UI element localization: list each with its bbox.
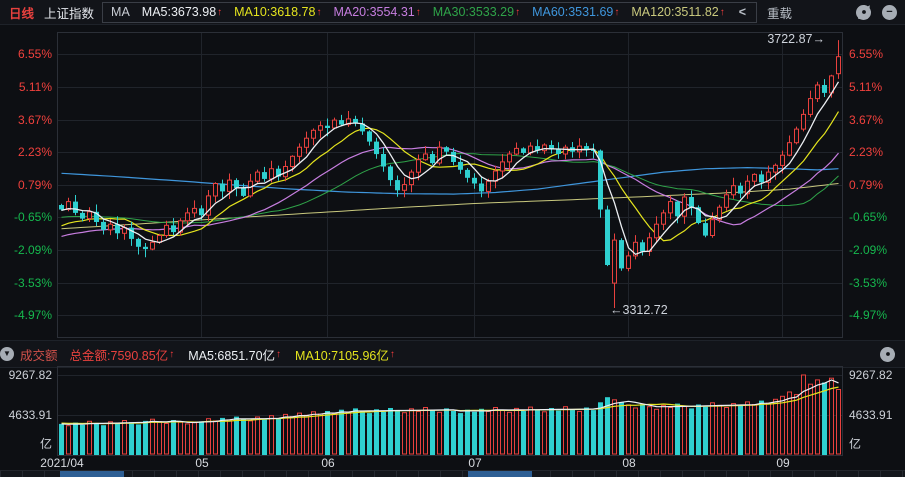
volume-settings-gear-icon[interactable]	[880, 346, 896, 362]
volume-unit-label: 亿	[39, 437, 52, 451]
zoom-out-icon[interactable]: −	[882, 4, 897, 20]
ma10-legend: MA10:3618.78 ↑	[234, 5, 322, 19]
time-axis-label: 05	[195, 456, 209, 470]
toolbar: 日线 上证指数 MA MA5:3673.98 ↑ MA10:3618.78 ↑ MA20…	[0, 0, 905, 25]
period-high-annotation: 3722.87→	[767, 32, 825, 46]
time-axis-label: 07	[468, 456, 482, 470]
price-tick-label: 6.55%	[849, 47, 884, 61]
period-selector[interactable]: 日线	[9, 3, 34, 22]
price-tick-label: -3.53%	[13, 276, 52, 290]
price-tick-label: 3.67%	[849, 113, 884, 127]
volume-panel-icons: ×	[880, 346, 896, 362]
ma20-legend: MA20:3554.31 ↑	[333, 5, 421, 19]
price-tick-label: -0.65%	[849, 210, 888, 224]
time-axis-label: 09	[776, 456, 790, 470]
time-axis: 2021/04 05 06 07 08 09	[0, 456, 905, 470]
price-tick-label: 6.55%	[17, 47, 52, 61]
reload-button[interactable]: 重载	[767, 3, 792, 22]
settings-gear-icon[interactable]	[856, 4, 872, 20]
volume-tick-label: 4633.91	[8, 408, 52, 422]
collapse-panel-icon[interactable]: ▼	[0, 347, 14, 361]
volume-tick-label: 9267.82	[8, 368, 52, 382]
price-tick-label: -4.97%	[849, 308, 888, 322]
ma5-legend: MA5:3673.98 ↑	[141, 5, 223, 19]
period-low-annotation: ←3312.72	[610, 303, 668, 317]
nav-range-highlight[interactable]	[60, 471, 124, 477]
price-tick-label: 0.79%	[849, 178, 884, 192]
ma120-legend: MA120:3511.82 ↑	[631, 5, 725, 19]
vol-ma10-legend: MA10:7105.96亿 ↑	[295, 348, 395, 363]
volume-panel-title[interactable]: 成交额	[20, 345, 58, 364]
time-axis-label: 2021/04	[40, 456, 84, 470]
price-tick-label: 5.11%	[18, 80, 52, 94]
price-tick-label: 2.23%	[849, 145, 884, 159]
volume-tick-label: 4633.91	[849, 408, 893, 422]
price-chart-plot[interactable]	[57, 24, 843, 338]
price-tick-label: -2.09%	[13, 243, 52, 257]
price-tick-label: 2.23%	[17, 145, 52, 159]
price-tick-label: -3.53%	[849, 276, 888, 290]
ma30-legend: MA30:3533.29 ↑	[432, 5, 521, 19]
ma-legend-items: MA5:3673.98 ↑ MA10:3618.78 ↑ MA20:3554.31 ↑ MA…	[142, 5, 725, 19]
timeline-scrollbar[interactable]	[0, 470, 905, 477]
time-axis-label: 08	[622, 456, 636, 470]
price-tick-label: -0.65%	[13, 210, 52, 224]
price-tick-label: -4.97%	[13, 308, 52, 322]
symbol-name[interactable]: 上证指数	[44, 3, 94, 22]
price-tick-label: 3.67%	[17, 113, 52, 127]
volume-panel-header: ▼ 成交额 总金额:7590.85亿 ↑ MA5:6851.70亿 ↑ MA10:710…	[0, 340, 905, 368]
volume-legend-items: 总金额:7590.85亿 ↑ MA5:6851.70亿 ↑ MA10:7105.96亿 ↑	[70, 345, 395, 364]
toolbar-icons: + −	[856, 4, 897, 20]
volume-chart-panel: 9267.82 9267.82 4633.91 4633.91 亿 亿	[0, 366, 905, 456]
ma-group-label: MA	[111, 5, 130, 19]
total-amount-legend: 总金额:7590.85亿 ↑	[69, 348, 175, 363]
ma-indicator-bar[interactable]: MA MA5:3673.98 ↑ MA10:3618.78 ↑ MA20:3554.31…	[102, 1, 758, 23]
price-tick-label: 0.79%	[17, 178, 52, 192]
stock-chart-app: 日线 上证指数 MA MA5:3673.98 ↑ MA10:3618.78 ↑ MA20…	[0, 0, 905, 477]
price-chart-panel: 3722.87→ ←3312.72 6.55% 6.55% 5.11% 5.11% 3.…	[0, 24, 905, 340]
volume-chart-plot[interactable]	[57, 366, 843, 456]
volume-tick-label: 9267.82	[849, 368, 893, 382]
time-axis-label: 06	[321, 456, 335, 470]
vol-ma5-legend: MA5:6851.70亿 ↑	[188, 348, 282, 363]
volume-unit-label: 亿	[849, 437, 862, 451]
collapse-chevron-icon[interactable]: <	[737, 5, 748, 19]
nav-range-highlight[interactable]	[468, 471, 532, 477]
ma60-legend: MA60:3531.69 ↑	[532, 5, 620, 19]
price-tick-label: 5.11%	[849, 80, 883, 94]
price-tick-label: -2.09%	[849, 243, 888, 257]
